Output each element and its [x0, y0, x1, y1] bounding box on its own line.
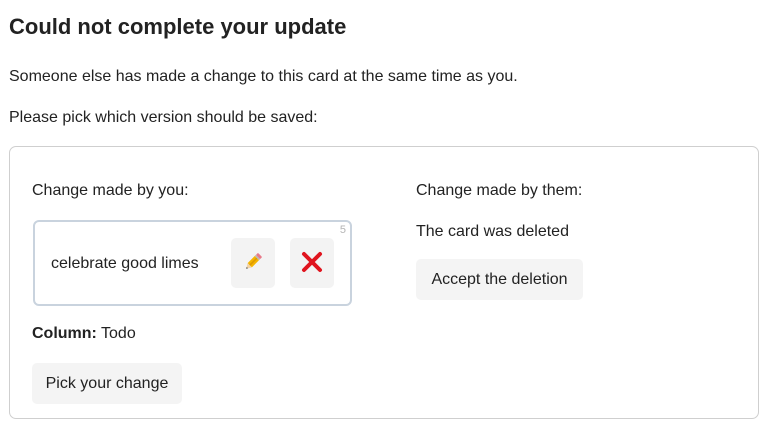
card-text: celebrate good limes: [51, 255, 199, 272]
conflict-panel: Change made by you: celebrate good limes…: [9, 146, 759, 419]
column-value: Todo: [101, 325, 136, 342]
page-title: Could not complete your update: [9, 14, 347, 39]
deletion-status: The card was deleted: [416, 223, 569, 240]
card-count: 5: [339, 224, 346, 236]
my-change-heading: Change made by you:: [32, 182, 189, 199]
conflict-page: Could not complete your update Someone e…: [0, 0, 770, 429]
delete-card-button[interactable]: [290, 238, 334, 288]
pick-instruction: Please pick which version should be save…: [9, 109, 318, 126]
card-preview: celebrate good limes 5: [33, 220, 352, 306]
column-label: Column:: [32, 325, 97, 342]
pencil-icon: [242, 251, 264, 276]
pick-your-change-button[interactable]: Pick your change: [32, 363, 182, 404]
accept-deletion-button[interactable]: Accept the deletion: [416, 259, 583, 300]
their-change-heading: Change made by them:: [416, 182, 583, 199]
conflict-description: Someone else has made a change to this c…: [9, 68, 518, 85]
card-column-info: Column: Todo: [32, 325, 136, 343]
edit-card-button[interactable]: [231, 238, 275, 288]
red-x-icon: [301, 251, 323, 276]
